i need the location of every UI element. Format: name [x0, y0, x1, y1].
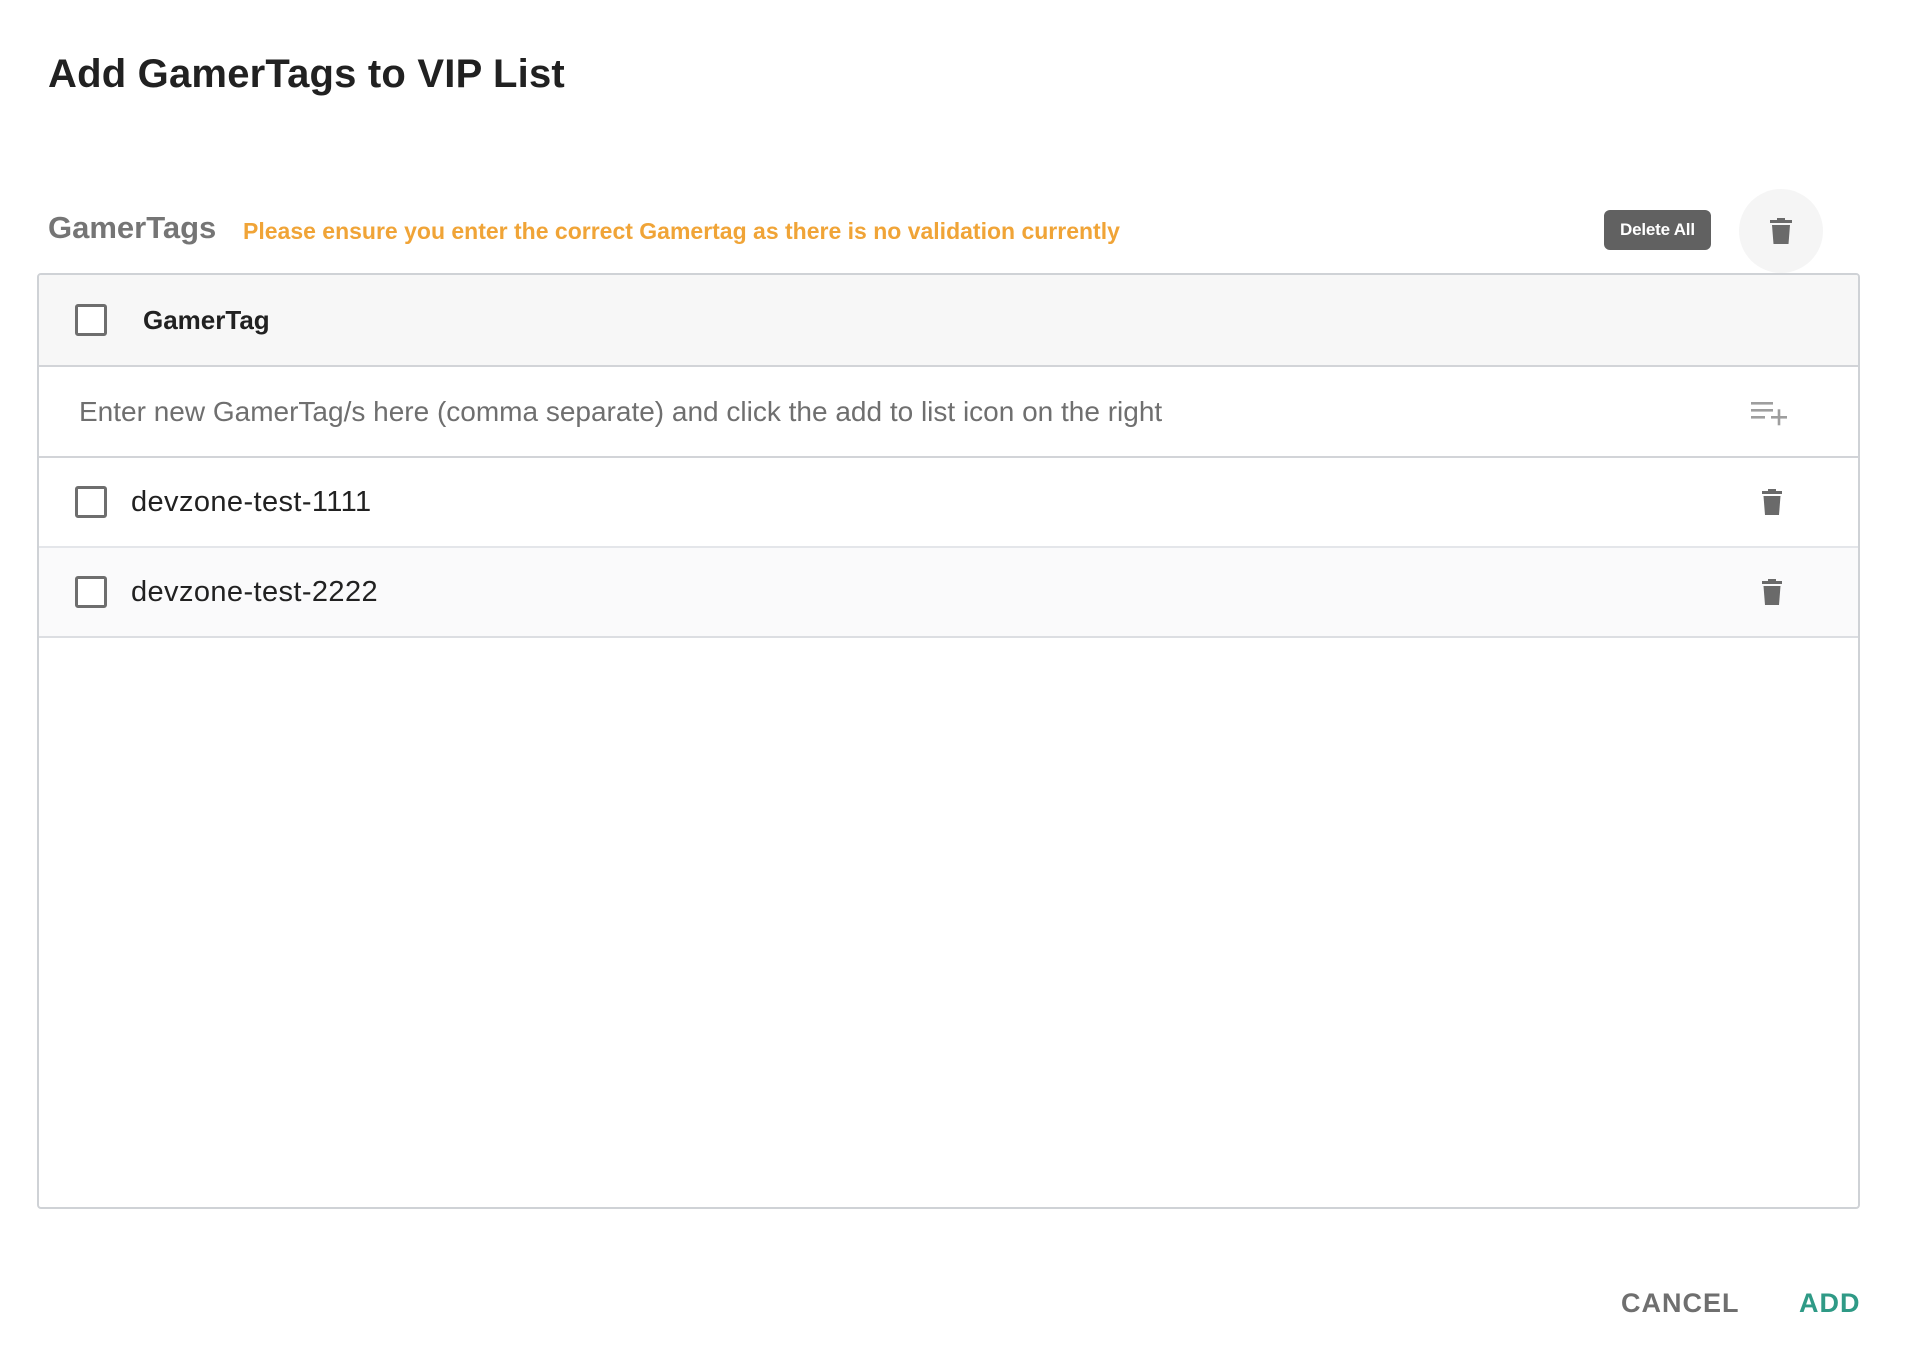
delete-all-tooltip: Delete All: [1604, 210, 1711, 250]
gamertag-value: devzone-test-1111: [131, 485, 372, 518]
new-gamertag-input[interactable]: [79, 387, 1719, 437]
dialog-title: Add GamerTags to VIP List: [48, 52, 565, 96]
gamertag-table: GamerTag devzone-test-1111: [37, 273, 1860, 1209]
row-checkbox[interactable]: [75, 576, 107, 608]
delete-row-button[interactable]: [1752, 480, 1792, 524]
gamertags-section-header: GamerTags Please ensure you enter the co…: [48, 189, 1848, 273]
add-to-list-button[interactable]: [1748, 391, 1792, 435]
section-label: GamerTags: [48, 210, 217, 245]
gamertag-value: devzone-test-2222: [131, 575, 379, 608]
trash-icon: [1770, 218, 1792, 244]
table-row: devzone-test-1111: [39, 458, 1858, 548]
add-gamertags-dialog: Add GamerTags to VIP List GamerTags Plea…: [0, 0, 1908, 1352]
column-header-gamertag: GamerTag: [143, 304, 270, 335]
row-checkbox[interactable]: [75, 486, 107, 518]
dialog-actions: CANCEL ADD: [0, 1280, 1908, 1330]
delete-all-button[interactable]: [1739, 189, 1823, 273]
new-gamertag-row: [39, 367, 1858, 458]
add-button[interactable]: ADD: [1799, 1288, 1861, 1319]
trash-icon: [1762, 579, 1782, 605]
trash-icon: [1762, 489, 1782, 515]
playlist-add-icon: [1751, 402, 1787, 426]
delete-row-button[interactable]: [1752, 570, 1792, 614]
cancel-button[interactable]: CANCEL: [1621, 1288, 1740, 1319]
validation-warning: Please ensure you enter the correct Game…: [243, 218, 1120, 244]
select-all-checkbox[interactable]: [75, 304, 107, 336]
table-header: GamerTag: [39, 275, 1858, 367]
table-row: devzone-test-2222: [39, 548, 1858, 638]
